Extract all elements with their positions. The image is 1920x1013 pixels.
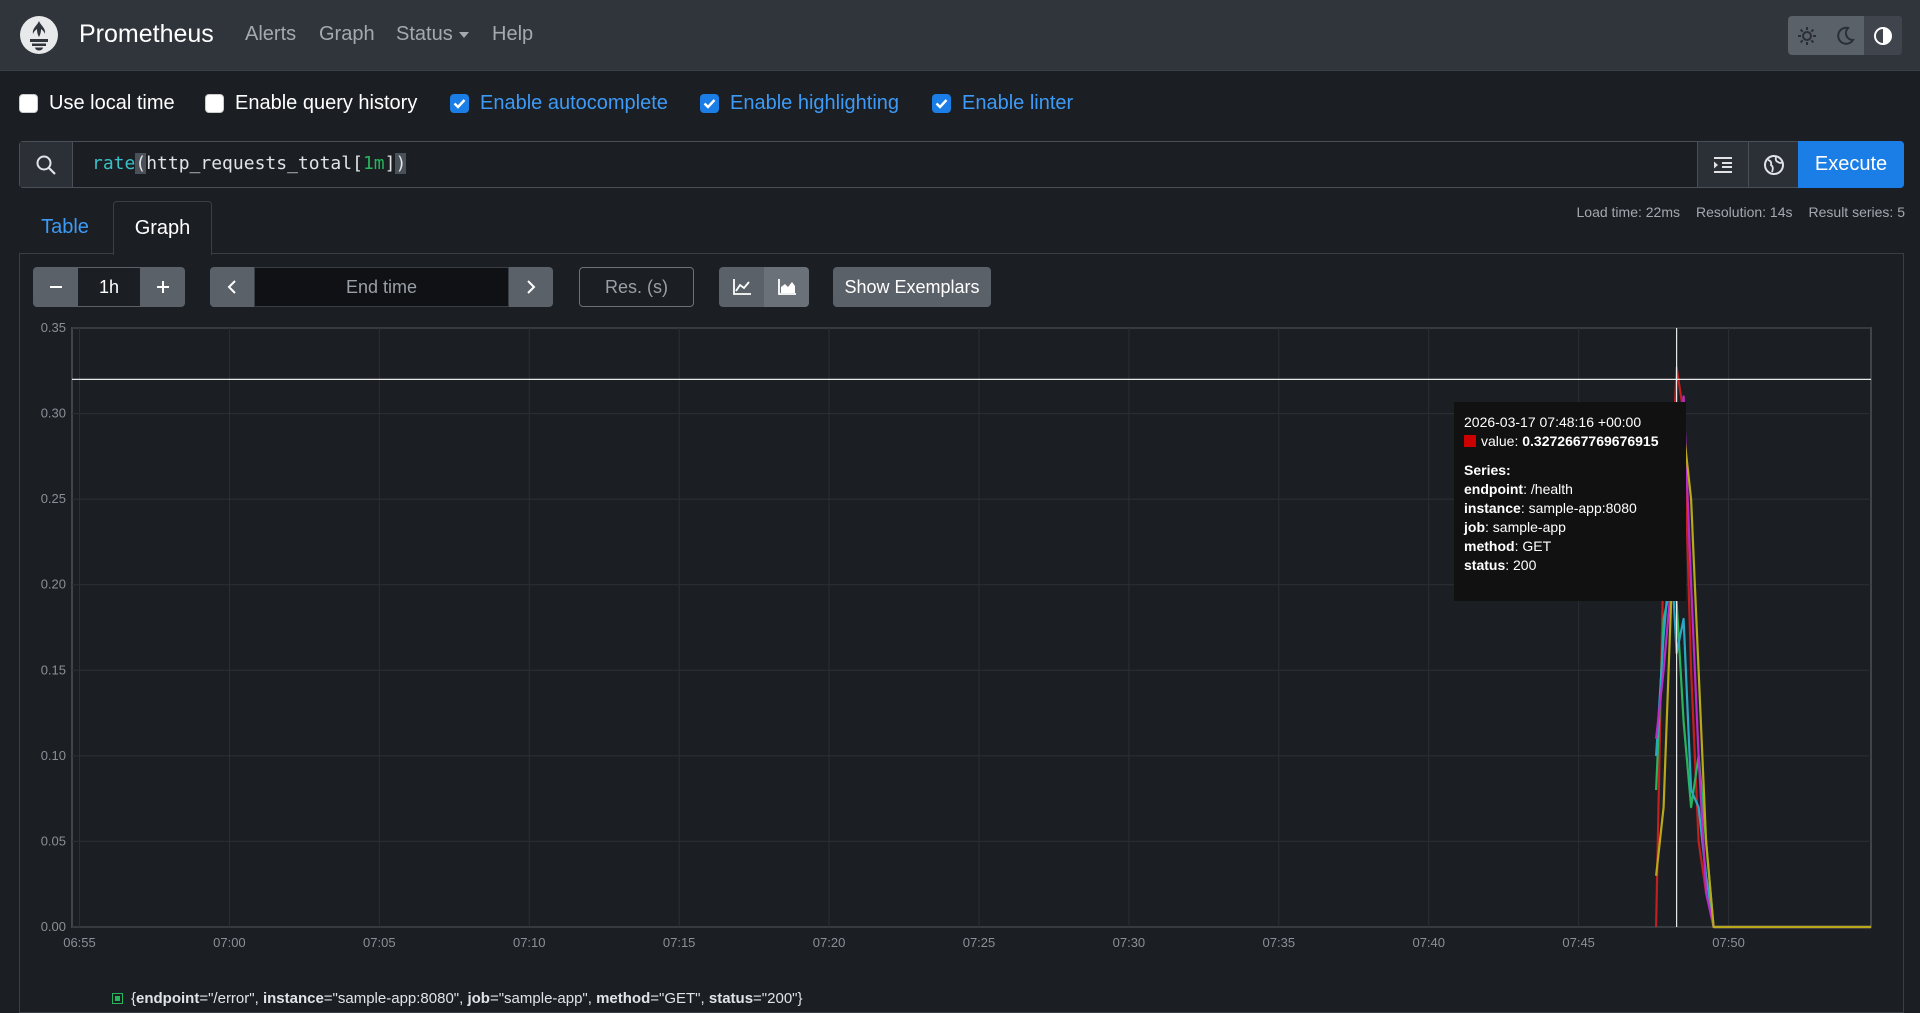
tooltip-label-row: method: GET <box>1464 538 1552 554</box>
y-tick-label: 0.00 <box>41 919 66 934</box>
x-tick-label: 07:45 <box>1562 935 1595 950</box>
tooltip-value-row: value: 0.3272667769676915 <box>1464 432 1676 451</box>
tooltip-timestamp: 2026-03-17 07:48:16 +00:00 <box>1464 414 1642 430</box>
x-tick-label: 06:55 <box>63 935 96 950</box>
legend-swatch <box>112 993 123 1004</box>
hover-tooltip: 2026-03-17 07:48:16 +00:00 value: 0.3272… <box>1454 402 1686 601</box>
y-tick-label: 0.35 <box>41 320 66 335</box>
x-tick-label: 07:30 <box>1113 935 1146 950</box>
y-tick-label: 0.15 <box>41 662 66 677</box>
x-tick-label: 07:25 <box>963 935 996 950</box>
legend-label: {endpoint="/error", instance="sample-app… <box>131 990 803 1007</box>
y-tick-label: 0.20 <box>41 577 66 592</box>
tooltip-label-row: status: 200 <box>1464 557 1537 573</box>
tooltip-series-heading: Series: <box>1464 462 1511 478</box>
tooltip-value: 0.3272667769676915 <box>1522 433 1659 449</box>
tooltip-value-label: value: <box>1481 433 1519 449</box>
y-tick-label: 0.30 <box>41 406 66 421</box>
y-tick-label: 0.05 <box>41 833 66 848</box>
tab-graph[interactable]: Graph <box>113 201 212 255</box>
x-tick-label: 07:50 <box>1712 935 1745 950</box>
legend-item[interactable]: {endpoint="/error", instance="sample-app… <box>112 990 803 1007</box>
series-color-swatch <box>1464 435 1476 447</box>
x-tick-label: 07:15 <box>663 935 696 950</box>
y-tick-label: 0.10 <box>41 748 66 763</box>
x-tick-label: 07:35 <box>1263 935 1296 950</box>
x-tick-label: 07:10 <box>513 935 546 950</box>
tooltip-label-row: instance: sample-app:8080 <box>1464 500 1637 516</box>
tooltip-label-row: endpoint: /health <box>1464 481 1573 497</box>
y-tick-label: 0.25 <box>41 491 66 506</box>
x-tick-label: 07:05 <box>363 935 396 950</box>
x-tick-label: 07:40 <box>1412 935 1445 950</box>
x-tick-label: 07:20 <box>813 935 846 950</box>
x-tick-label: 07:00 <box>213 935 246 950</box>
tooltip-label-row: job: sample-app <box>1464 519 1566 535</box>
